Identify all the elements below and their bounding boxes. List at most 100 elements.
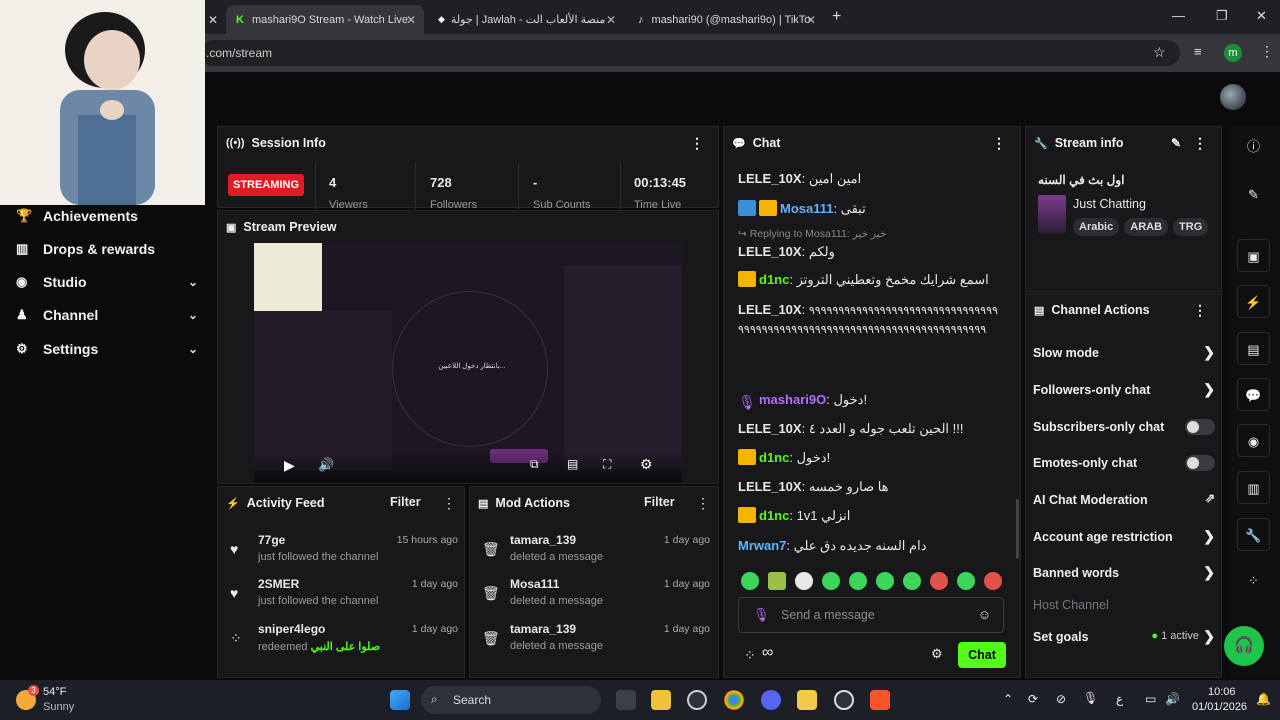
notes-icon[interactable]: [797, 690, 817, 710]
fullscreen-icon[interactable]: ⛶: [603, 457, 611, 472]
activity-user[interactable]: 77ge: [258, 533, 285, 547]
emote-icon[interactable]: [930, 572, 948, 590]
channel-actions-icon[interactable]: ▥: [1237, 471, 1270, 504]
chat-message-input[interactable]: 🎙 Send a message ☺: [738, 597, 1004, 633]
sidebar-item-achievements[interactable]: 🏆 Achievements: [16, 208, 198, 224]
tab-jawlah[interactable]: ◆ جولة | Jawlah - منصة الألعاب الت ✕: [428, 5, 624, 34]
send-chat-button[interactable]: Chat: [958, 642, 1006, 668]
more-options-icon[interactable]: ⋮: [1193, 135, 1207, 152]
chat-username[interactable]: LELE_10X: [738, 171, 802, 186]
browser-menu-icon[interactable]: ⋮: [1260, 43, 1274, 60]
tag[interactable]: Arabic: [1073, 218, 1120, 236]
sidebar-item-channel[interactable]: ♟ Channel ⌄: [16, 307, 198, 323]
followers-only-row[interactable]: Followers-only chat ❯: [1033, 381, 1215, 397]
task-view-icon[interactable]: [616, 690, 636, 710]
volume-icon[interactable]: 🔊: [318, 457, 334, 473]
help-headset-icon[interactable]: 🎧: [1224, 626, 1264, 666]
close-tab-icon[interactable]: ✕: [806, 13, 816, 27]
bookmark-star-icon[interactable]: ☆: [1153, 44, 1166, 61]
sidebar-item-drops[interactable]: ▥ Drops & rewards: [16, 241, 198, 257]
chat-username[interactable]: LELE_10X: [738, 479, 802, 494]
banned-words-row[interactable]: Banned words ❯: [1033, 564, 1215, 580]
tag[interactable]: ARAB: [1124, 218, 1169, 236]
preview-toggle-icon[interactable]: ▣: [1237, 239, 1270, 272]
windows-start-icon[interactable]: [390, 690, 410, 710]
clock-time[interactable]: 10:06: [1208, 686, 1236, 698]
lightning-icon[interactable]: ⚡: [1237, 285, 1270, 318]
chat-username[interactable]: d1nc: [759, 508, 789, 523]
edit-pencil-icon[interactable]: ✎: [1237, 178, 1270, 211]
chat-username[interactable]: LELE_10X: [738, 244, 802, 259]
category-name[interactable]: Just Chatting: [1073, 197, 1146, 211]
tab-kick-stream[interactable]: K mashari9O Stream - Watch Live ✕: [226, 5, 424, 34]
points-icon[interactable]: ⁘: [1237, 564, 1270, 597]
mic-tray-icon[interactable]: 🎙: [1083, 691, 1098, 705]
emote-icon[interactable]: [957, 572, 975, 590]
chat-username[interactable]: Mrwan7: [738, 538, 786, 553]
activity-user[interactable]: 2SMER: [258, 577, 299, 591]
media-control-icon[interactable]: ≡: [1194, 44, 1202, 59]
file-explorer-icon[interactable]: [651, 690, 671, 710]
broadcast-icon[interactable]: ◉: [1237, 424, 1270, 457]
wrench-icon[interactable]: 🔧: [1237, 518, 1270, 551]
chat-bubble-icon[interactable]: 💬: [1237, 378, 1270, 411]
tag[interactable]: TRG: [1173, 218, 1209, 236]
emotes-only-toggle[interactable]: [1185, 455, 1215, 471]
emote-icon[interactable]: [795, 572, 813, 590]
more-options-icon[interactable]: ⋮: [696, 495, 710, 512]
close-window-icon[interactable]: ✕: [1256, 8, 1267, 24]
chat-username[interactable]: d1nc: [759, 272, 789, 287]
tab-tiktok[interactable]: ♪ mashari90 (@mashari9o) | TikTo ✕: [628, 5, 824, 34]
speaker-icon[interactable]: 🔊: [1165, 692, 1180, 706]
display-icon[interactable]: ▭: [1145, 692, 1156, 706]
set-goals-row[interactable]: Set goals ● 1 active ❯: [1033, 628, 1215, 644]
minimize-icon[interactable]: —: [1172, 8, 1185, 23]
taskbar-search[interactable]: ⌕ Search: [421, 686, 601, 714]
chrome-icon[interactable]: [724, 690, 744, 710]
user-avatar[interactable]: [1220, 84, 1246, 110]
activity-user[interactable]: sniper4lego: [258, 622, 325, 636]
more-options-icon[interactable]: ⋮: [992, 135, 1006, 152]
sidebar-item-settings[interactable]: ⚙ Settings ⌄: [16, 341, 198, 357]
sync-icon[interactable]: ⟳: [1028, 692, 1038, 706]
document-icon[interactable]: ▤: [1237, 332, 1270, 365]
more-options-icon[interactable]: ⋮: [442, 495, 456, 512]
subscribers-only-toggle[interactable]: [1185, 419, 1215, 435]
input-language[interactable]: ع: [1116, 692, 1123, 706]
chat-username[interactable]: d1nc: [759, 450, 789, 465]
stream-preview-video[interactable]: بانتظار دخول اللاعبين... ▶ 🔊 ⧉ ▤ ⛶ ⚙: [254, 243, 682, 483]
emoji-picker-icon[interactable]: ☺: [978, 607, 991, 622]
tray-expand-icon[interactable]: ⌃: [1003, 692, 1013, 706]
ai-moderation-row[interactable]: AI Chat Moderation ⇗: [1033, 491, 1215, 507]
chat-username[interactable]: LELE_10X: [738, 302, 802, 317]
emote-icon[interactable]: [876, 572, 894, 590]
emote-icon[interactable]: [903, 572, 921, 590]
settings-gear-icon[interactable]: ⚙: [640, 456, 653, 473]
address-bar[interactable]: .com/stream: [200, 40, 1180, 66]
network-off-icon[interactable]: ⊘: [1056, 692, 1066, 706]
chat-settings-icon[interactable]: ⚙: [931, 646, 943, 662]
emote-icon[interactable]: [822, 572, 840, 590]
settings-app-icon[interactable]: [834, 690, 854, 710]
mod-user[interactable]: tamara_139: [510, 533, 576, 547]
profile-avatar[interactable]: m: [1224, 44, 1242, 62]
mod-user[interactable]: Mosa111: [510, 577, 559, 591]
category-thumbnail[interactable]: [1038, 195, 1066, 233]
emote-icon[interactable]: [849, 572, 867, 590]
channel-points-icon[interactable]: ⁘: [744, 647, 756, 664]
emote-icon[interactable]: [741, 572, 759, 590]
edit-pencil-icon[interactable]: ✎: [1171, 136, 1181, 150]
discord-icon[interactable]: [761, 690, 781, 710]
play-icon[interactable]: ▶: [284, 457, 295, 474]
more-options-icon[interactable]: ⋮: [1193, 302, 1207, 319]
brave-icon[interactable]: [870, 690, 890, 710]
notifications-icon[interactable]: 🔔: [1256, 692, 1271, 706]
obs-icon[interactable]: [687, 690, 707, 710]
chat-username[interactable]: LELE_10X: [738, 421, 802, 436]
theater-icon[interactable]: ▤: [567, 457, 578, 471]
maximize-icon[interactable]: ❐: [1216, 8, 1228, 24]
pip-icon[interactable]: ⧉: [530, 457, 539, 472]
clock-date[interactable]: 01/01/2026: [1192, 701, 1247, 713]
chat-username[interactable]: Mosa111: [780, 201, 834, 216]
new-tab-button[interactable]: +: [832, 8, 841, 26]
